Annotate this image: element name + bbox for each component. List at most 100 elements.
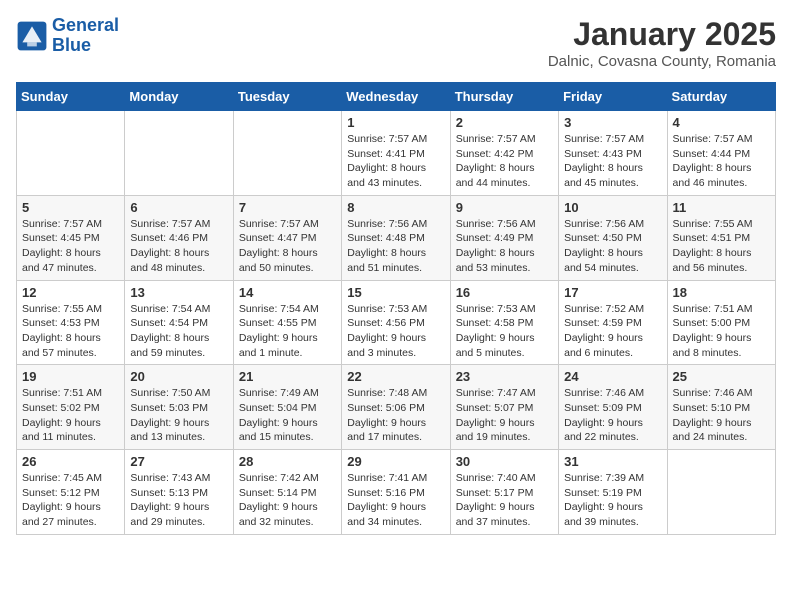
day-number: 10 [564,200,661,215]
calendar-cell: 12 Sunrise: 7:55 AMSunset: 4:53 PMDayligh… [17,280,125,365]
day-info: Sunrise: 7:53 AMSunset: 4:56 PMDaylight:… [347,302,444,361]
calendar-week-row: 1 Sunrise: 7:57 AMSunset: 4:41 PMDaylight… [17,111,776,196]
day-info: Sunrise: 7:47 AMSunset: 5:07 PMDaylight:… [456,386,553,445]
day-number: 27 [130,454,227,469]
calendar-cell: 1 Sunrise: 7:57 AMSunset: 4:41 PMDaylight… [342,111,450,196]
calendar-cell: 21 Sunrise: 7:49 AMSunset: 5:04 PMDayligh… [233,365,341,450]
day-info: Sunrise: 7:57 AMSunset: 4:44 PMDaylight:… [673,132,770,191]
weekday-header: Friday [559,83,667,111]
month-title: January 2025 [548,16,776,53]
day-number: 30 [456,454,553,469]
day-info: Sunrise: 7:56 AMSunset: 4:50 PMDaylight:… [564,217,661,276]
calendar-cell: 14 Sunrise: 7:54 AMSunset: 4:55 PMDayligh… [233,280,341,365]
calendar-week-row: 5Sunrise: 7:57 AMSunset: 4:45 PMDaylight… [17,195,776,280]
day-number: 28 [239,454,336,469]
day-number: 2 [456,115,553,130]
day-info: Sunrise: 7:57 AMSunset: 4:45 PMDaylight:… [22,217,119,276]
day-number: 21 [239,369,336,384]
weekday-header-row: SundayMondayTuesdayWednesdayThursdayFrid… [17,83,776,111]
calendar-week-row: 12 Sunrise: 7:55 AMSunset: 4:53 PMDayligh… [17,280,776,365]
day-info: Sunrise: 7:50 AMSunset: 5:03 PMDaylight:… [130,386,227,445]
calendar-cell [17,111,125,196]
day-info: Sunrise: 7:54 AMSunset: 4:54 PMDaylight:… [130,302,227,361]
day-info: Sunrise: 7:55 AMSunset: 4:51 PMDaylight:… [673,217,770,276]
weekday-header: Sunday [17,83,125,111]
calendar-cell [667,450,775,535]
calendar-cell: 27 Sunrise: 7:43 AMSunset: 5:13 PMDayligh… [125,450,233,535]
day-number: 29 [347,454,444,469]
calendar-week-row: 19 Sunrise: 7:51 AMSunset: 5:02 PMDayligh… [17,365,776,450]
calendar-cell: 19 Sunrise: 7:51 AMSunset: 5:02 PMDayligh… [17,365,125,450]
day-info: Sunrise: 7:49 AMSunset: 5:04 PMDaylight:… [239,386,336,445]
day-number: 3 [564,115,661,130]
weekday-header: Monday [125,83,233,111]
day-number: 24 [564,369,661,384]
calendar-cell [233,111,341,196]
day-info: Sunrise: 7:51 AMSunset: 5:00 PMDaylight:… [673,302,770,361]
day-info: Sunrise: 7:56 AMSunset: 4:48 PMDaylight:… [347,217,444,276]
day-number: 4 [673,115,770,130]
day-number: 26 [22,454,119,469]
day-number: 14 [239,285,336,300]
day-number: 20 [130,369,227,384]
day-number: 8 [347,200,444,215]
weekday-header: Saturday [667,83,775,111]
day-info: Sunrise: 7:54 AMSunset: 4:55 PMDaylight:… [239,302,336,361]
day-info: Sunrise: 7:53 AMSunset: 4:58 PMDaylight:… [456,302,553,361]
day-info: Sunrise: 7:46 AMSunset: 5:10 PMDaylight:… [673,386,770,445]
weekday-header: Thursday [450,83,558,111]
calendar-week-row: 26 Sunrise: 7:45 AMSunset: 5:12 PMDayligh… [17,450,776,535]
calendar-cell: 6 Sunrise: 7:57 AMSunset: 4:46 PMDaylight… [125,195,233,280]
day-number: 6 [130,200,227,215]
logo-text: General Blue [52,16,119,56]
calendar-cell: 31 Sunrise: 7:39 AMSunset: 5:19 PMDayligh… [559,450,667,535]
day-info: Sunrise: 7:41 AMSunset: 5:16 PMDaylight:… [347,471,444,530]
page-header: General Blue January 2025 Dalnic, Covasn… [16,16,776,70]
day-number: 1 [347,115,444,130]
day-number: 23 [456,369,553,384]
calendar-cell: 26 Sunrise: 7:45 AMSunset: 5:12 PMDayligh… [17,450,125,535]
calendar-cell: 30Sunrise: 7:40 AMSunset: 5:17 PMDayligh… [450,450,558,535]
day-info: Sunrise: 7:43 AMSunset: 5:13 PMDaylight:… [130,471,227,530]
day-info: Sunrise: 7:48 AMSunset: 5:06 PMDaylight:… [347,386,444,445]
logo-line2: Blue [52,35,91,55]
day-number: 18 [673,285,770,300]
calendar-cell: 13 Sunrise: 7:54 AMSunset: 4:54 PMDayligh… [125,280,233,365]
day-number: 15 [347,285,444,300]
logo-icon [16,20,48,52]
logo: General Blue [16,16,119,56]
day-number: 16 [456,285,553,300]
calendar-cell: 9Sunrise: 7:56 AMSunset: 4:49 PMDaylight… [450,195,558,280]
day-number: 7 [239,200,336,215]
day-number: 12 [22,285,119,300]
day-info: Sunrise: 7:55 AMSunset: 4:53 PMDaylight:… [22,302,119,361]
day-info: Sunrise: 7:45 AMSunset: 5:12 PMDaylight:… [22,471,119,530]
calendar-cell: 17Sunrise: 7:52 AMSunset: 4:59 PMDayligh… [559,280,667,365]
day-number: 31 [564,454,661,469]
day-number: 13 [130,285,227,300]
day-info: Sunrise: 7:42 AMSunset: 5:14 PMDaylight:… [239,471,336,530]
calendar-cell: 23 Sunrise: 7:47 AMSunset: 5:07 PMDayligh… [450,365,558,450]
calendar-cell: 29 Sunrise: 7:41 AMSunset: 5:16 PMDayligh… [342,450,450,535]
day-number: 11 [673,200,770,215]
calendar-cell: 28 Sunrise: 7:42 AMSunset: 5:14 PMDayligh… [233,450,341,535]
day-info: Sunrise: 7:57 AMSunset: 4:46 PMDaylight:… [130,217,227,276]
calendar: SundayMondayTuesdayWednesdayThursdayFrid… [16,82,776,535]
day-number: 9 [456,200,553,215]
day-number: 19 [22,369,119,384]
calendar-cell: 10 Sunrise: 7:56 AMSunset: 4:50 PMDayligh… [559,195,667,280]
calendar-cell [125,111,233,196]
calendar-cell: 2Sunrise: 7:57 AMSunset: 4:42 PMDaylight… [450,111,558,196]
calendar-cell: 20 Sunrise: 7:50 AMSunset: 5:03 PMDayligh… [125,365,233,450]
day-number: 22 [347,369,444,384]
day-info: Sunrise: 7:57 AMSunset: 4:43 PMDaylight:… [564,132,661,191]
day-info: Sunrise: 7:57 AMSunset: 4:41 PMDaylight:… [347,132,444,191]
calendar-cell: 24Sunrise: 7:46 AMSunset: 5:09 PMDayligh… [559,365,667,450]
calendar-cell: 11 Sunrise: 7:55 AMSunset: 4:51 PMDayligh… [667,195,775,280]
day-info: Sunrise: 7:52 AMSunset: 4:59 PMDaylight:… [564,302,661,361]
calendar-cell: 3 Sunrise: 7:57 AMSunset: 4:43 PMDaylight… [559,111,667,196]
title-block: January 2025 Dalnic, Covasna County, Rom… [548,16,776,70]
calendar-cell: 22 Sunrise: 7:48 AMSunset: 5:06 PMDayligh… [342,365,450,450]
day-info: Sunrise: 7:51 AMSunset: 5:02 PMDaylight:… [22,386,119,445]
day-info: Sunrise: 7:39 AMSunset: 5:19 PMDaylight:… [564,471,661,530]
